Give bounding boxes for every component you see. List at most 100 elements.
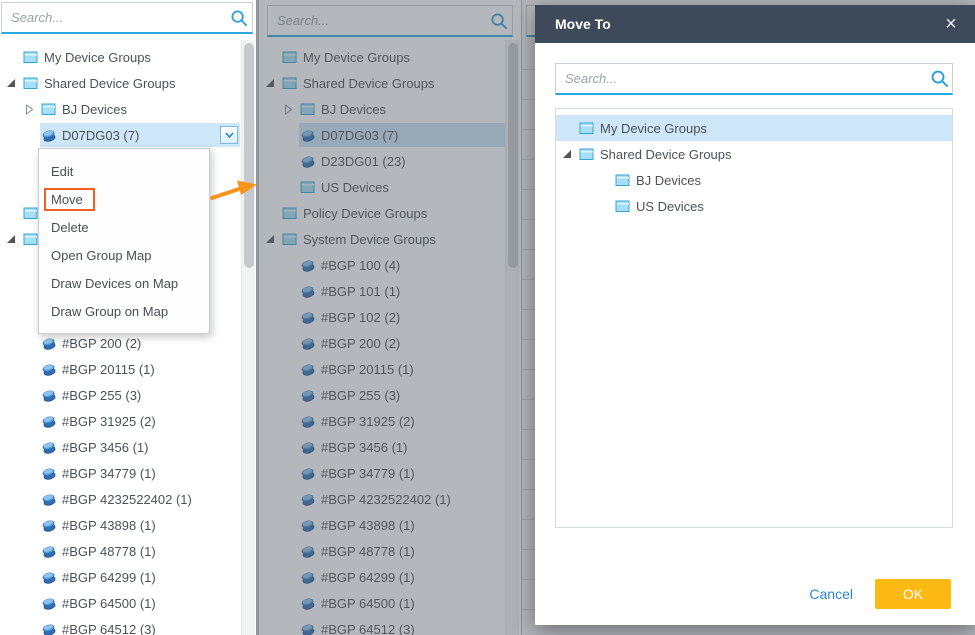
tree-item-label: BJ Devices [60, 102, 127, 117]
device-group-icon [41, 414, 60, 429]
close-icon[interactable]: × [939, 14, 963, 34]
context-menu-item-label: Delete [51, 220, 89, 235]
target-group-tree-box: My Device Groups Shared Device Groups BJ D… [555, 108, 953, 528]
device-group-icon [41, 466, 60, 481]
tree-item-bgp-4232522402-1[interactable]: #BGP 4232522402 (1) [0, 486, 240, 512]
device-group-icon [41, 544, 60, 559]
device-group-icon [41, 492, 60, 507]
search-icon [226, 9, 252, 27]
device-group-search-input[interactable] [2, 3, 226, 32]
expander-spacer [24, 363, 40, 375]
tree-item-bgp-20115-1[interactable]: #BGP 20115 (1) [0, 356, 240, 382]
device-group-icon [41, 622, 60, 635]
expander-spacer [6, 207, 22, 219]
tree-item-bgp-34779-1[interactable]: #BGP 34779 (1) [0, 460, 240, 486]
tree-item-label: #BGP 43898 (1) [60, 518, 156, 533]
device-group-move-screen: My Device Groups Shared Device Groups BJ D… [0, 0, 975, 635]
tree-item-label: #BGP 3456 (1) [60, 440, 148, 455]
expander-spacer [24, 337, 40, 349]
collapse-icon[interactable] [6, 77, 22, 89]
tree-item-us-devices[interactable]: US Devices [556, 193, 952, 219]
device-group-folder-icon [23, 50, 42, 64]
left-panel-scrollbar[interactable] [241, 40, 255, 635]
device-groups-panel: My Device Groups Shared Device Groups BJ D… [0, 0, 256, 635]
dialog-footer: Cancel OK [809, 579, 951, 609]
device-group-folder-icon [615, 173, 634, 187]
expander-spacer [562, 122, 578, 134]
expander-spacer [24, 545, 40, 557]
tree-item-bgp-255-3[interactable]: #BGP 255 (3) [0, 382, 240, 408]
context-menu-item-label: Move [44, 188, 95, 211]
context-menu-item-edit[interactable]: Edit [39, 157, 209, 185]
tree-item-label: #BGP 64299 (1) [60, 570, 156, 585]
group-actions-dropdown-button[interactable] [220, 126, 238, 144]
device-group-tree: My Device Groups Shared Device Groups BJ D… [0, 40, 240, 635]
tree-item-label: #BGP 31925 (2) [60, 414, 156, 429]
collapse-icon[interactable] [6, 233, 22, 245]
tree-item-d07dg03-7[interactable]: D07DG03 (7) [0, 122, 240, 148]
context-menu-item-label: Edit [51, 164, 73, 179]
cancel-button[interactable]: Cancel [809, 586, 853, 602]
context-menu-item-move[interactable]: Move [39, 185, 209, 213]
device-group-icon [41, 388, 60, 403]
expander-spacer [24, 493, 40, 505]
expander-spacer [24, 389, 40, 401]
tree-item-bgp-43898-1[interactable]: #BGP 43898 (1) [0, 512, 240, 538]
annotation-arrow [210, 174, 260, 204]
tree-item-label: My Device Groups [42, 50, 151, 65]
dialog-header: Move To × [535, 5, 975, 43]
device-group-icon [41, 128, 60, 143]
tree-item-label: #BGP 64512 (3) [60, 622, 156, 635]
dialog-title: Move To [555, 16, 939, 32]
device-group-folder-icon [23, 76, 42, 90]
expander-spacer [598, 174, 614, 186]
tree-item-my-device-groups[interactable]: My Device Groups [556, 115, 952, 141]
device-group-icon [41, 570, 60, 585]
collapse-icon[interactable] [562, 148, 578, 160]
device-group-icon [41, 362, 60, 377]
device-group-icon [41, 336, 60, 351]
device-group-folder-icon [579, 121, 598, 135]
tree-item-bgp-3456-1[interactable]: #BGP 3456 (1) [0, 434, 240, 460]
tree-item-label: US Devices [634, 199, 704, 214]
tree-item-my-device-groups[interactable]: My Device Groups [0, 44, 240, 70]
context-menu-item-open-group-map[interactable]: Open Group Map [39, 241, 209, 269]
tree-item-bj-devices[interactable]: BJ Devices [0, 96, 240, 122]
tree-item-shared-device-groups[interactable]: Shared Device Groups [0, 70, 240, 96]
ok-button[interactable]: OK [875, 579, 951, 609]
tree-item-label: #BGP 34779 (1) [60, 466, 156, 481]
dialog-search-input[interactable] [556, 64, 926, 93]
tree-item-bgp-64299-1[interactable]: #BGP 64299 (1) [0, 564, 240, 590]
device-group-search-box [1, 2, 253, 34]
context-menu-item-draw-group-on-map[interactable]: Draw Group on Map [39, 297, 209, 325]
device-group-folder-icon [41, 102, 60, 116]
context-menu-item-label: Open Group Map [51, 248, 151, 263]
device-group-icon [41, 440, 60, 455]
tree-item-label: My Device Groups [598, 121, 707, 136]
device-group-folder-icon [615, 199, 634, 213]
tree-item-bgp-64500-1[interactable]: #BGP 64500 (1) [0, 590, 240, 616]
expander-spacer [598, 200, 614, 212]
expand-icon[interactable] [24, 103, 40, 115]
target-group-tree: My Device Groups Shared Device Groups BJ D… [556, 109, 952, 527]
expander-spacer [6, 51, 22, 63]
tree-item-bj-devices[interactable]: BJ Devices [556, 167, 952, 193]
tree-item-label: #BGP 64500 (1) [60, 596, 156, 611]
dialog-search-box [555, 63, 953, 95]
device-group-icon [41, 518, 60, 533]
tree-item-bgp-31925-2[interactable]: #BGP 31925 (2) [0, 408, 240, 434]
expander-spacer [24, 597, 40, 609]
expander-spacer [24, 623, 40, 635]
tree-item-shared-device-groups[interactable]: Shared Device Groups [556, 141, 952, 167]
tree-item-label: #BGP 4232522402 (1) [60, 492, 192, 507]
context-menu-item-draw-devices-on-map[interactable]: Draw Devices on Map [39, 269, 209, 297]
scrollbar-thumb[interactable] [244, 43, 254, 268]
tree-item-label: D07DG03 (7) [60, 128, 139, 143]
group-context-menu: Edit Move Delete Open Group Map Draw Devices… [38, 148, 210, 334]
expander-spacer [24, 571, 40, 583]
tree-item-label: #BGP 200 (2) [60, 336, 141, 351]
tree-item-bgp-64512-3[interactable]: #BGP 64512 (3) [0, 616, 240, 635]
tree-item-bgp-48778-1[interactable]: #BGP 48778 (1) [0, 538, 240, 564]
context-menu-item-delete[interactable]: Delete [39, 213, 209, 241]
tree-item-label: BJ Devices [634, 173, 701, 188]
